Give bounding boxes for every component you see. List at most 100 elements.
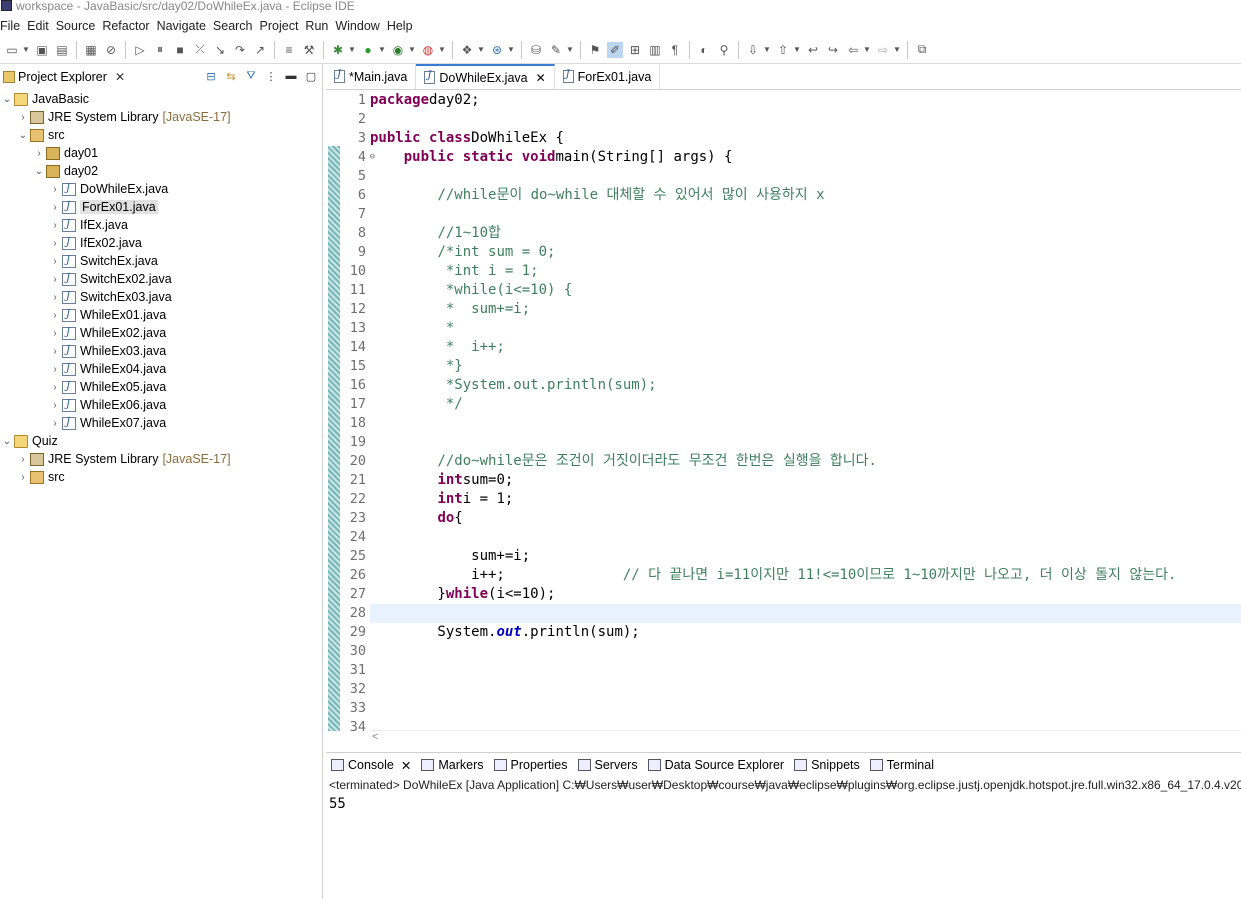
chevron-right-icon[interactable]: › [16,454,30,465]
open-type-icon[interactable]: ⛁ [528,42,544,58]
chevron-right-icon[interactable]: › [48,382,62,393]
code-line[interactable]: *int i = 1; [370,262,1241,281]
code-line[interactable]: //while문이 do~while 대체할 수 있어서 많이 사용하지 x [370,186,1241,205]
coverage-icon[interactable]: ⚒ [301,42,317,58]
code-line[interactable]: i++; // 다 끝나면 i=11이지만 11!<=10이므로 1~10까지만… [370,566,1241,585]
menu-edit[interactable]: Edit [24,19,53,33]
code-line[interactable] [370,699,1241,718]
terminal-icon[interactable]: ▦ [83,42,99,58]
code-line[interactable]: sum+=i; [370,547,1241,566]
code-line[interactable] [370,414,1241,433]
code-line[interactable] [370,604,1241,623]
menu-refactor[interactable]: Refactor [99,19,153,33]
close-icon[interactable]: ✕ [536,71,546,85]
tab-servers[interactable]: Servers [573,753,643,777]
collapse-all-icon[interactable]: ⊟ [204,69,218,83]
tab-markers[interactable]: Markers [416,753,488,777]
code-line[interactable]: intsum=0; [370,471,1241,490]
step-return-icon[interactable]: ↗ [252,42,268,58]
new-java-project-dropdown-icon[interactable]: ▼ [477,42,485,58]
code-line[interactable]: * i++; [370,338,1241,357]
new-class-dropdown-icon[interactable]: ▼ [507,42,515,58]
link-with-editor-icon[interactable]: ⇆ [224,69,238,83]
chevron-right-icon[interactable]: › [48,346,62,357]
pin-editor-icon[interactable]: ↪ [825,42,841,58]
chevron-right-icon[interactable]: › [48,220,62,231]
tree-item[interactable]: ⌄ src [0,126,322,144]
menu-run[interactable]: Run [302,19,332,33]
tree-item[interactable]: › ForEx01.java [0,198,322,216]
tree-item[interactable]: › JRE System Library [JavaSE-17] [0,108,322,126]
step-over-icon[interactable]: ↷ [232,42,248,58]
tab-terminal[interactable]: Terminal [865,753,939,777]
chevron-right-icon[interactable]: › [32,148,46,159]
new-dropdown-icon[interactable]: ▼ [22,42,30,58]
tree-item[interactable]: › IfEx.java [0,216,322,234]
code-line[interactable]: packageday02; [370,91,1241,110]
previous-annotation-dropdown-icon[interactable]: ▼ [793,42,801,58]
tree-item[interactable]: › WhileEx06.java [0,396,322,414]
back-icon[interactable]: ⇦ [845,42,861,58]
tree-item[interactable]: › day01 [0,144,322,162]
skip-breakpoints-icon[interactable]: ⊘ [103,42,119,58]
menu-file[interactable]: File [0,19,24,33]
menu-project[interactable]: Project [257,19,303,33]
chevron-right-icon[interactable]: › [16,112,30,123]
forward-icon[interactable]: ⇨ [875,42,891,58]
code-line[interactable] [370,680,1241,699]
close-icon[interactable]: ✕ [401,758,411,773]
horizontal-scrollbar[interactable]: < [370,730,1241,744]
tree-item[interactable]: ⌄ JavaBasic [0,90,322,108]
menu-help[interactable]: Help [384,19,417,33]
tab-properties[interactable]: Properties [489,753,573,777]
chevron-right-icon[interactable]: › [48,328,62,339]
new-class-icon[interactable]: ⊛ [489,42,505,58]
code-line[interactable]: /*int sum = 0; [370,243,1241,262]
code-line[interactable] [370,642,1241,661]
open-task-dropdown-icon[interactable]: ▼ [566,42,574,58]
menu-search[interactable]: Search [210,19,257,33]
tab-console[interactable]: Console ✕ [326,753,416,777]
code-line[interactable]: * [370,319,1241,338]
code-line[interactable]: }while(i<=10); [370,585,1241,604]
chevron-right-icon[interactable]: › [48,238,62,249]
tree-item[interactable]: › WhileEx03.java [0,342,322,360]
new-java-project-icon[interactable]: ❖ [459,42,475,58]
back-dropdown-icon[interactable]: ▼ [863,42,871,58]
new-icon[interactable]: ▭ [4,42,20,58]
run-icon[interactable]: ● [360,42,376,58]
last-edit-location-icon[interactable]: ↩ [805,42,821,58]
code-lines[interactable]: packageday02; public classDoWhileEx { pub… [370,91,1241,731]
chevron-right-icon[interactable]: › [48,310,62,321]
chevron-right-icon[interactable]: › [48,184,62,195]
code-line[interactable] [370,167,1241,186]
tree-item[interactable]: › DoWhileEx.java [0,180,322,198]
editor-tab[interactable]: *Main.java [326,64,417,89]
console-output[interactable]: 55 [329,796,346,812]
code-line[interactable] [370,661,1241,680]
open-perspective-icon[interactable]: ⧉ [914,42,930,58]
chevron-right-icon[interactable]: › [48,292,62,303]
next-annotation-dropdown-icon[interactable]: ▼ [763,42,771,58]
chevron-right-icon[interactable]: › [48,274,62,285]
code-editor[interactable]: 1 2 3 4 ⊖ 5 6 7 8 9 10 11 12 13 14 15 16 17 18 19 20 21 22 23 24… [326,91,1241,731]
tree-item[interactable]: › WhileEx02.java [0,324,322,342]
save-all-icon[interactable]: ▤ [54,42,70,58]
tree-item[interactable]: › WhileEx07.java [0,414,322,432]
editor-tab[interactable]: DoWhileEx.java ✕ [416,64,555,89]
tree-item[interactable]: › SwitchEx02.java [0,270,322,288]
web-browser-icon[interactable]: ◐ [696,42,712,58]
previous-annotation-icon[interactable]: ⇧ [775,42,791,58]
chevron-right-icon[interactable]: › [48,256,62,267]
coverage-dropdown-icon[interactable]: ▼ [408,42,416,58]
code-line[interactable]: //1~10합 [370,224,1241,243]
code-line[interactable]: System.out.println(sum); [370,623,1241,642]
code-line[interactable]: //do~while문은 조건이 거짓이더라도 무조건 한번은 실행을 합니다. [370,452,1241,471]
scroll-left-icon[interactable]: < [372,731,378,743]
chevron-down-icon[interactable]: ⌄ [32,166,46,177]
code-line[interactable]: inti = 1; [370,490,1241,509]
tree-item[interactable]: › WhileEx04.java [0,360,322,378]
toggle-breadcrumb-icon[interactable]: ▥ [647,42,663,58]
code-line[interactable]: public classDoWhileEx { [370,129,1241,148]
terminate-icon[interactable]: ■ [172,42,188,58]
